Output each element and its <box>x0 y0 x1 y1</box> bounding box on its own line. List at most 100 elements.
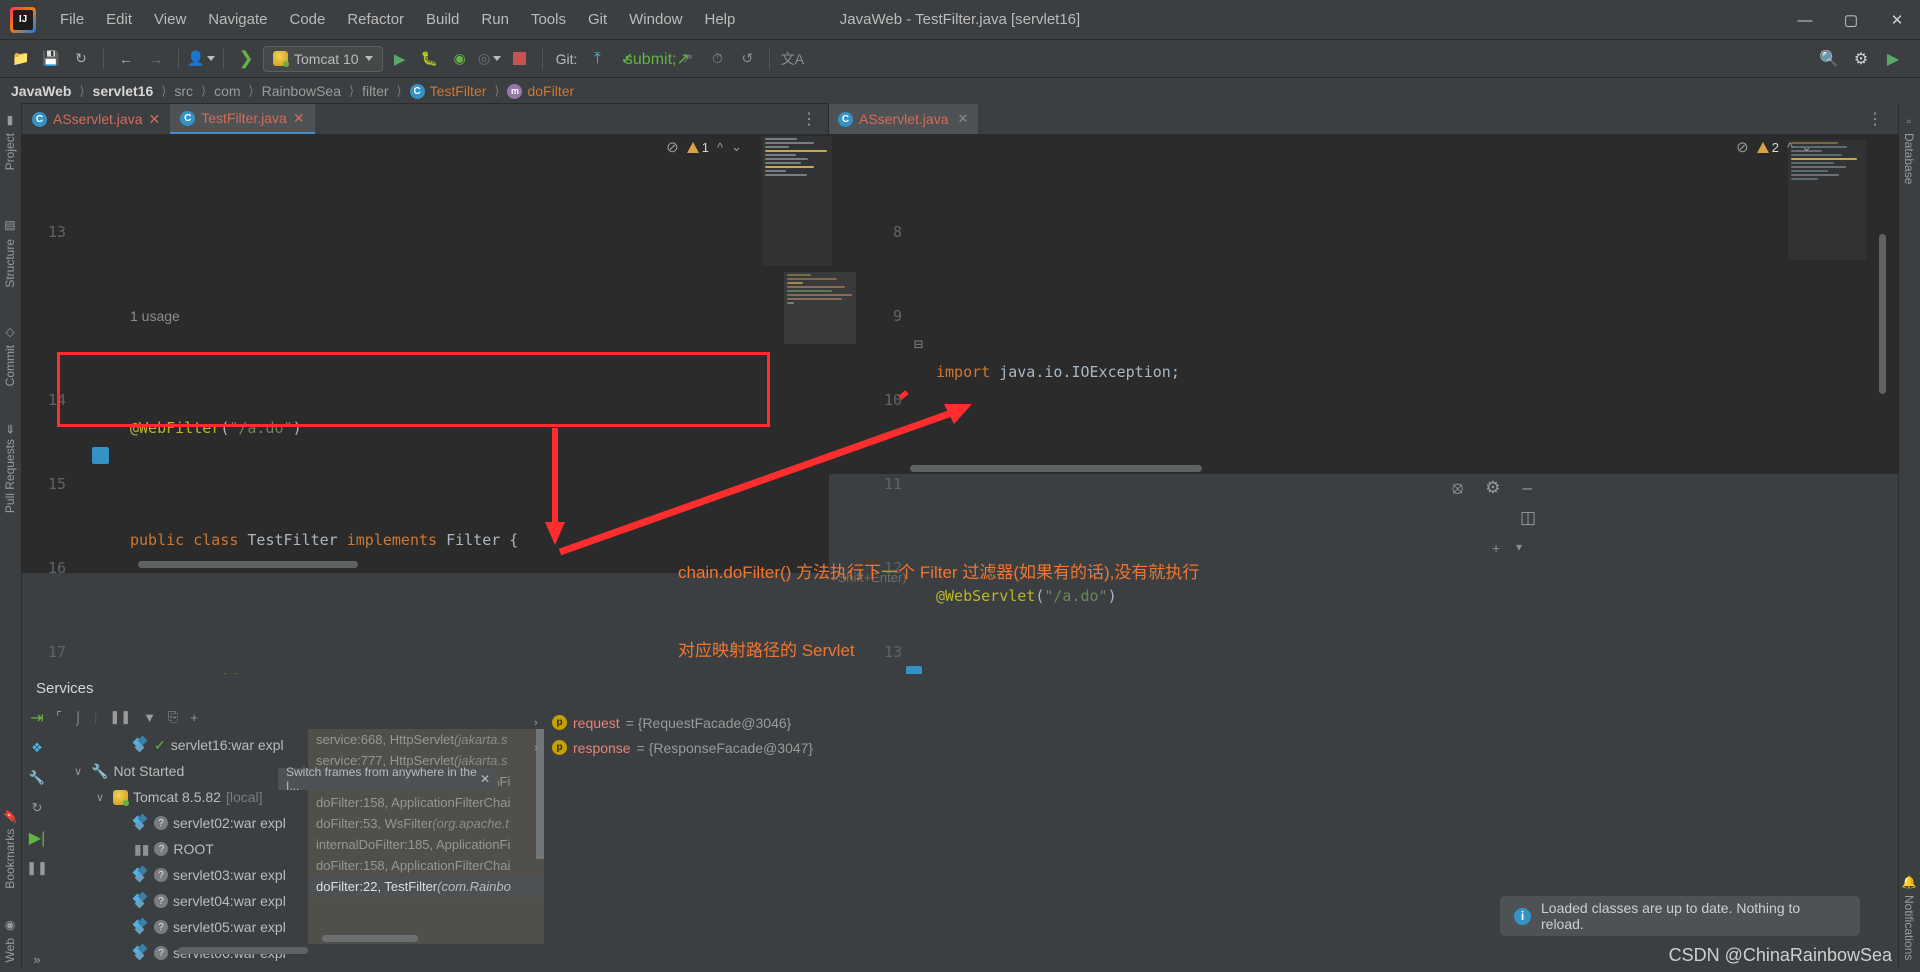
next-problem-icon[interactable]: ⌄ <box>1801 139 1812 155</box>
undo-icon[interactable]: ↺ <box>734 47 760 71</box>
warning-counter[interactable]: 2 <box>1756 140 1779 155</box>
editor-right-vscrollbar[interactable] <box>1879 234 1886 394</box>
breadcrumb-servlet16[interactable]: servlet16 <box>90 83 157 99</box>
search-icon[interactable]: 🔍 <box>1816 47 1842 71</box>
restart-icon[interactable]: ↻ <box>26 798 48 818</box>
menu-run[interactable]: Run <box>471 7 519 32</box>
sidebar-item-database[interactable]: ▫ Database <box>1899 106 1919 192</box>
layout-toggle-icon[interactable]: ◫ <box>1520 508 1536 528</box>
frame-row[interactable]: doFilter:158, ApplicationFilterChai <box>308 855 544 876</box>
warning-counter[interactable]: 1 <box>686 140 709 155</box>
sidebar-item-notifications[interactable]: 🔔 Notifications <box>1899 867 1919 968</box>
tree-row[interactable]: ? servlet04:war expl <box>56 888 336 914</box>
deploy-icon[interactable]: ❖ <box>26 738 48 758</box>
reader-mode-icon[interactable]: ⊘ <box>666 138 679 156</box>
close-icon[interactable]: ✕ <box>480 772 490 786</box>
services-tree-hscrollbar[interactable] <box>178 947 308 954</box>
chevron-down-icon[interactable]: ∨ <box>74 765 86 778</box>
resume-program-icon[interactable]: ▶| <box>26 828 48 848</box>
run-configuration-selector[interactable]: Tomcat 10 <box>263 45 383 72</box>
prev-problem-icon[interactable]: ^ <box>1787 140 1793 155</box>
fold-minus-icon[interactable]: ⊟ <box>914 330 923 358</box>
tree-row[interactable]: ? servlet03:war expl <box>56 862 336 888</box>
editor-left-code[interactable]: 13 1 usage 14 @WebFilter("/a.do") 15 pub… <box>22 134 828 913</box>
editor-left-hscrollbar[interactable] <box>138 561 358 568</box>
menu-help[interactable]: Help <box>695 7 746 32</box>
settings-target-icon[interactable]: ⦻ <box>1452 478 1463 498</box>
breadcrumb-dofilter[interactable]: m doFilter <box>504 83 577 99</box>
pause-program-icon[interactable]: ❚❚ <box>26 858 48 878</box>
minimize-panel-icon[interactable]: – <box>1523 478 1532 498</box>
breadcrumb-com[interactable]: com <box>211 83 243 99</box>
menu-tools[interactable]: Tools <box>521 7 576 32</box>
frame-row-selected[interactable]: doFilter:22, TestFilter (com.Rainbo <box>308 876 544 897</box>
close-icon[interactable]: ✕ <box>293 110 305 127</box>
tab-aservlet-java-inactive[interactable]: C ASservlet.java ✕ <box>22 104 171 134</box>
sidebar-item-bookmarks[interactable]: Bookmarks 🔖 <box>0 801 20 897</box>
editor-right-tabbar[interactable]: C ASservlet.java ✕ ⋮ <box>828 104 1898 134</box>
notification-balloon[interactable]: i Loaded classes are up to date. Nothing… <box>1500 896 1860 936</box>
menu-view[interactable]: View <box>144 7 196 32</box>
prev-problem-icon[interactable]: ^ <box>717 140 723 155</box>
sidebar-item-project[interactable]: Project ▮ <box>0 106 20 178</box>
breadcrumb-testfilter[interactable]: C TestFilter <box>407 83 490 99</box>
chevron-down-icon[interactable]: ∨ <box>96 791 108 804</box>
debug-icon[interactable]: 🐛 <box>417 47 443 71</box>
forward-arrow-icon[interactable]: → <box>143 47 169 71</box>
reader-mode-icon[interactable]: ⊘ <box>1736 138 1749 156</box>
profile-icon[interactable]: 👤 <box>187 47 215 71</box>
editor-left-options-icon[interactable]: ⋮ <box>801 109 818 129</box>
minimize-button[interactable]: — <box>1782 0 1828 40</box>
tab-testfilter-java[interactable]: C TestFilter.java ✕ <box>170 104 315 134</box>
frame-row[interactable]: doFilter:158, ApplicationFilterChai <box>308 792 544 813</box>
history-icon[interactable]: ⏱ <box>704 47 730 71</box>
implemented-marker-icon[interactable] <box>92 447 109 464</box>
sync-icon[interactable]: ↻ <box>68 47 94 71</box>
export-icon[interactable]: ⎘ <box>168 709 178 725</box>
menu-refactor[interactable]: Refactor <box>337 7 414 32</box>
close-button[interactable]: ✕ <box>1874 0 1920 40</box>
run-with-coverage-icon[interactable]: ◉ <box>447 47 473 71</box>
rerun-icon[interactable]: ⇥ <box>26 708 48 728</box>
maximize-button[interactable]: ▢ <box>1828 0 1874 40</box>
filter-icon[interactable]: ▼ <box>143 710 156 725</box>
menu-edit[interactable]: Edit <box>96 7 142 32</box>
tree-row[interactable]: ▮▮ ? ROOT <box>56 836 336 862</box>
gear-icon[interactable]: ⚙ <box>1485 478 1500 498</box>
close-icon[interactable]: ✕ <box>957 111 968 127</box>
push-icon[interactable]: submit;↗ <box>625 47 690 71</box>
rollback-icon[interactable]: ↗ <box>674 47 700 71</box>
editor-left-tabbar[interactable]: C ASservlet.java ✕ C TestFilter.java ✕ ⋮ <box>22 104 828 134</box>
window-controls[interactable]: — ▢ ✕ <box>1782 0 1920 40</box>
menu-git[interactable]: Git <box>578 7 617 32</box>
breadcrumb-javaweb[interactable]: JavaWeb <box>8 83 74 99</box>
close-icon[interactable]: ✕ <box>148 111 160 128</box>
usage-hint[interactable]: 1 usage <box>130 302 180 330</box>
run-icon[interactable]: ▶ <box>387 47 413 71</box>
breadcrumb[interactable]: JavaWeb ⟩ servlet16 ⟩ src ⟩ com ⟩ Rainbo… <box>0 78 1920 104</box>
tree-row[interactable]: ✓ servlet16:war expl <box>56 732 336 758</box>
variables-list[interactable]: › p request = {RequestFacade@3046} › p r… <box>534 710 1234 790</box>
frame-row[interactable]: doFilter:53, WsFilter (org.apache.t <box>308 813 544 834</box>
frame-row[interactable]: service:668, HttpServlet (jakarta.s <box>308 729 544 750</box>
update-project-icon[interactable]: ⤒ <box>584 47 610 71</box>
menu-navigate[interactable]: Navigate <box>198 7 277 32</box>
build-hammer-icon[interactable]: ❯ <box>233 47 259 71</box>
tab-aservlet-java[interactable]: C ASservlet.java ✕ <box>828 104 979 134</box>
profiler-icon[interactable]: ◎ <box>477 47 503 71</box>
menu-window[interactable]: Window <box>619 7 692 32</box>
frame-row[interactable]: internalDoFilter:185, ApplicationFi <box>308 834 544 855</box>
editor-right-options-icon[interactable]: ⋮ <box>1867 109 1884 129</box>
menu-file[interactable]: File <box>50 7 94 32</box>
add-watch-icon[interactable]: + <box>1492 540 1500 556</box>
pause-icon[interactable]: ❚❚ <box>109 709 131 725</box>
frames-hscrollbar[interactable] <box>322 935 418 942</box>
add-icon[interactable]: + <box>190 710 198 725</box>
breadcrumb-src[interactable]: src <box>171 83 196 99</box>
stop-icon[interactable] <box>507 47 533 71</box>
sidebar-item-pull-requests[interactable]: Pull Requests ⇚ <box>0 416 20 521</box>
chevron-right-icon[interactable]: › <box>534 742 546 754</box>
run-anything-icon[interactable]: ▶ <box>1880 47 1906 71</box>
back-arrow-icon[interactable]: ← <box>113 47 139 71</box>
menu-bar[interactable]: File Edit View Navigate Code Refactor Bu… <box>50 7 745 32</box>
